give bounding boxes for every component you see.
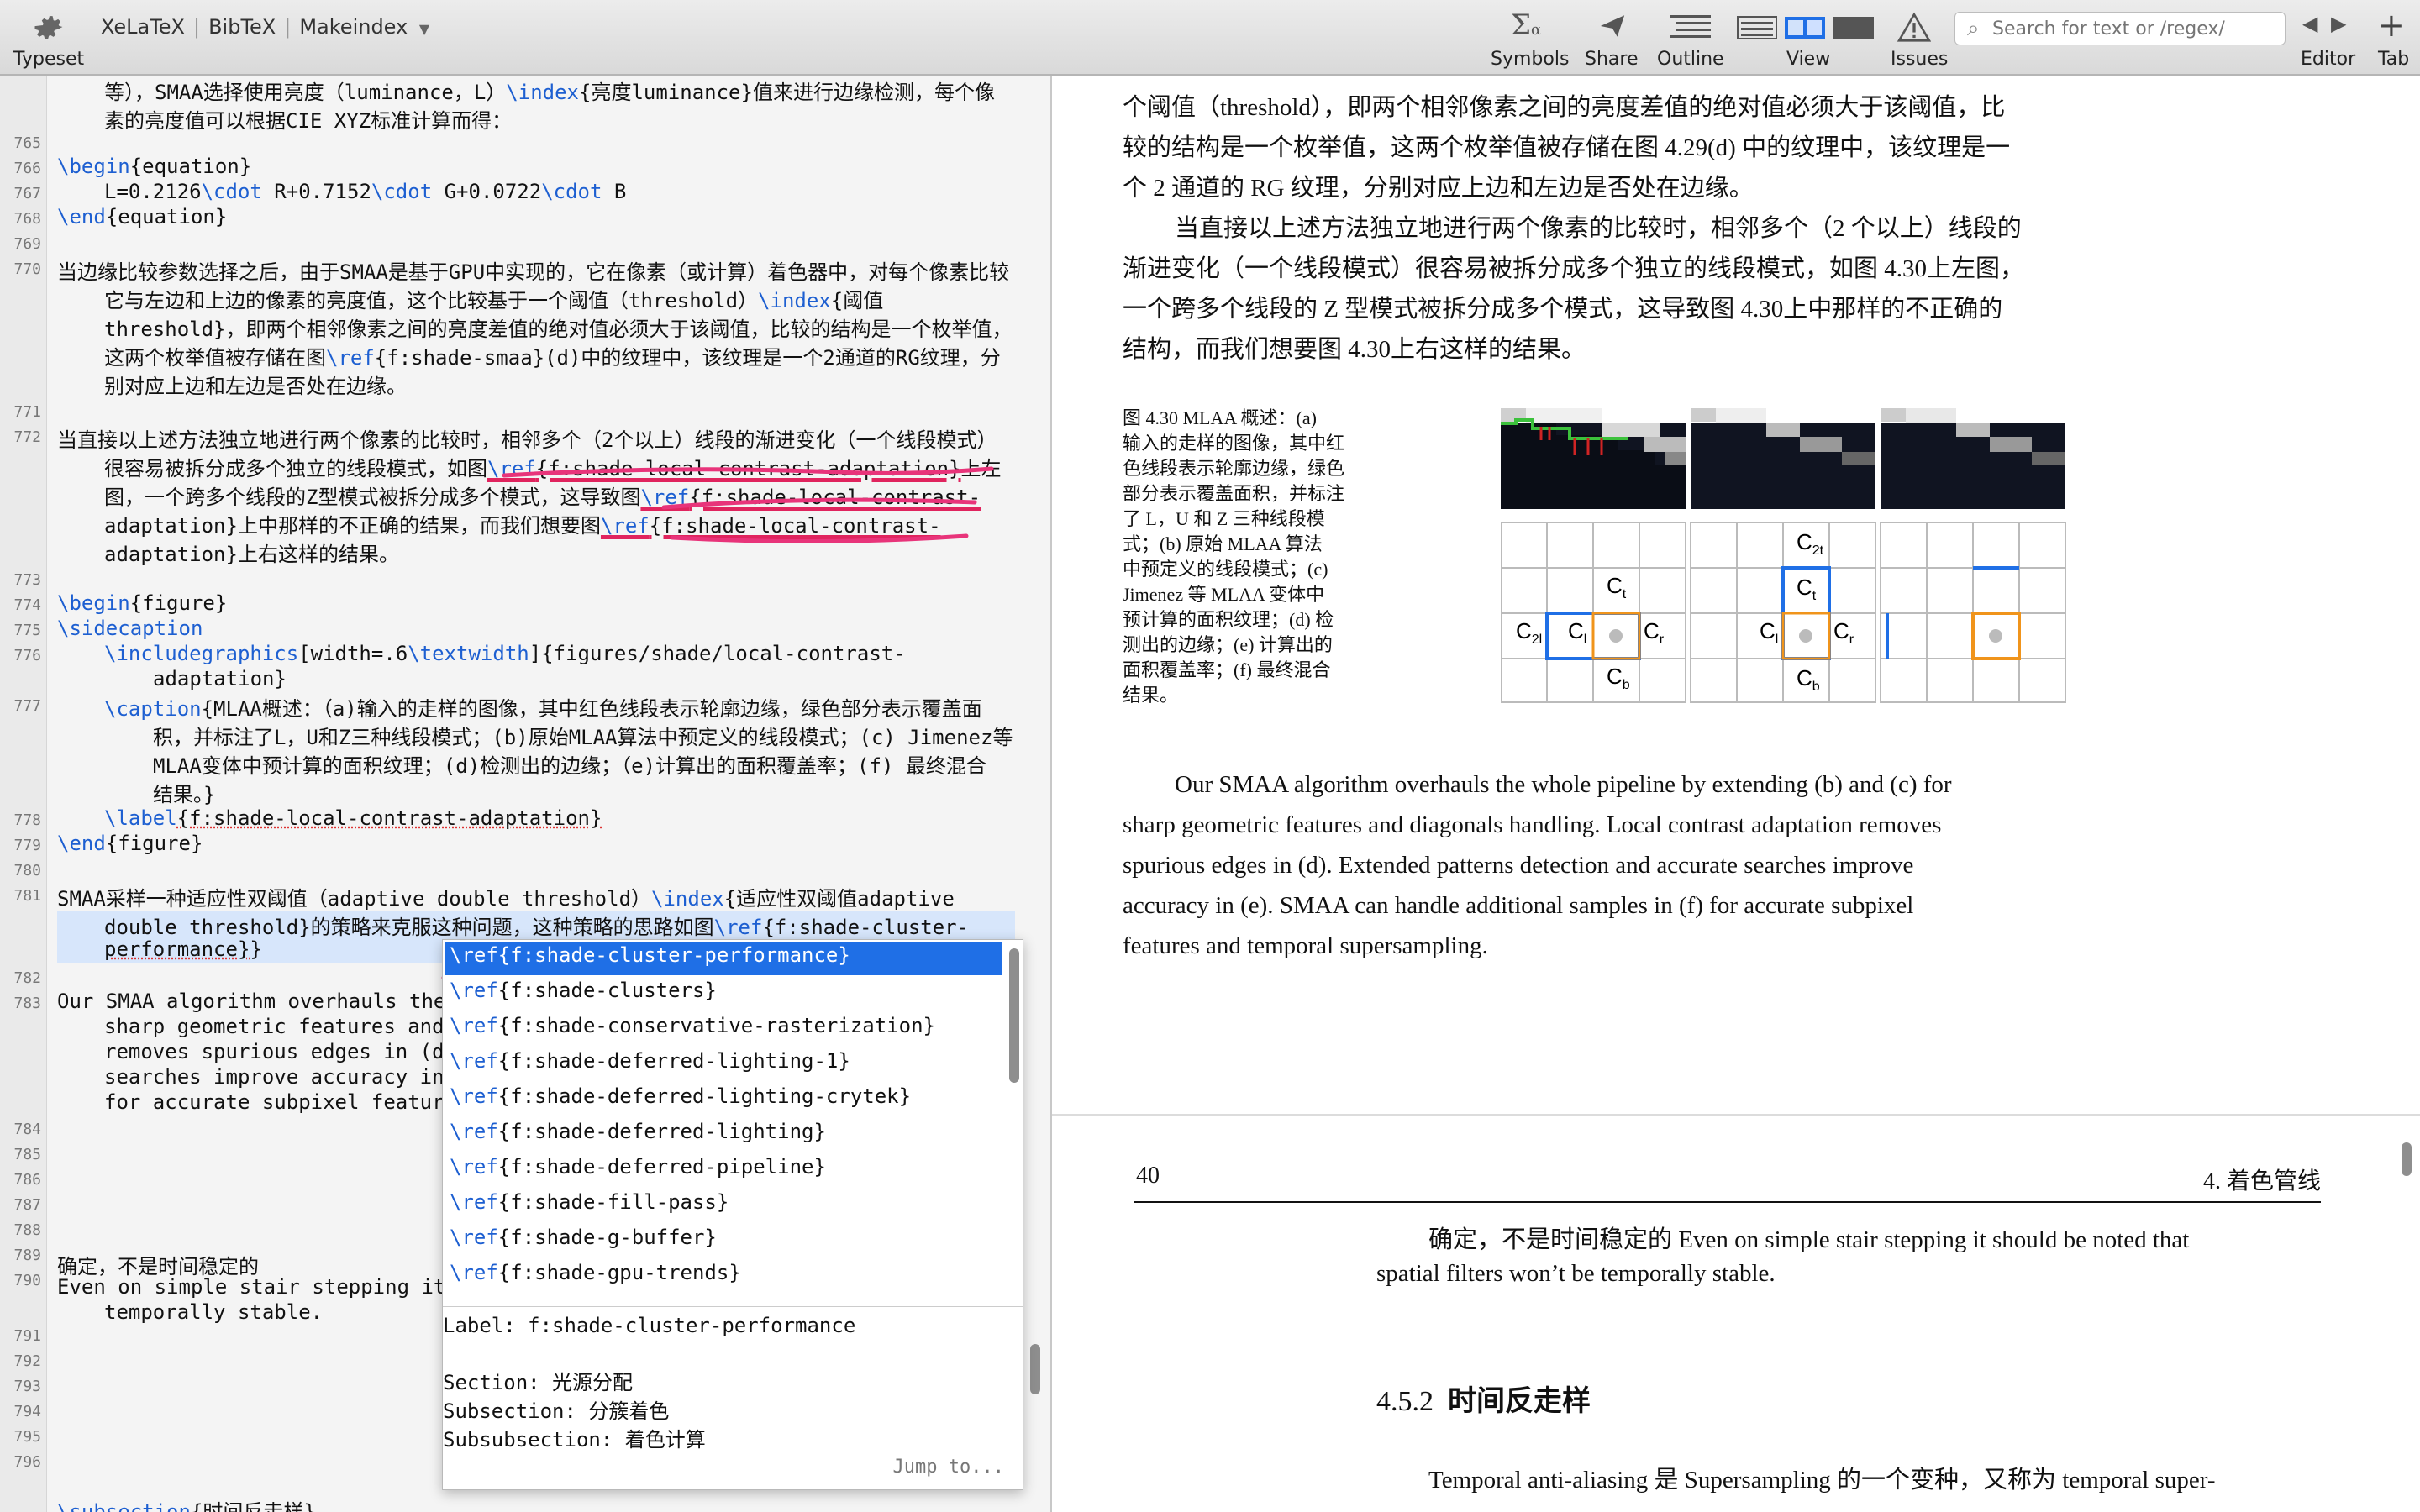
- figure-caption: 预计算的面积纹理；(d) 检: [1123, 609, 1334, 630]
- grid-label-c2l: C2l: [1516, 618, 1543, 648]
- completion-item[interactable]: \ref{f:shade-cluster-performance}: [445, 942, 1002, 975]
- info-section: Section: 光源分配: [443, 1371, 634, 1394]
- view-button[interactable]: View: [1731, 0, 1882, 76]
- grid-label-ct: Ct: [1607, 573, 1627, 602]
- figure-caption: 结果。: [1123, 685, 1179, 706]
- figure-caption: 面积覆盖率；(f) 最终混合: [1123, 659, 1331, 680]
- completion-item[interactable]: \ref{f:shade-g-buffer}: [445, 1224, 1002, 1257]
- share-label: Share: [1585, 49, 1639, 70]
- body-text: 一个跨多个线段的 Z 型模式被拆分成多个模式，这导致图 4.30上中那样的不正确…: [1123, 296, 2003, 323]
- issues-button[interactable]: Issues: [1882, 0, 1949, 76]
- grid-label-cr: Cr: [1833, 618, 1854, 648]
- editor-label: Editor: [2301, 49, 2356, 70]
- share-button[interactable]: Share: [1580, 0, 1647, 76]
- search-icon: ⌕: [1967, 16, 1980, 41]
- chapter-header: 4. 着色管线: [2202, 1168, 2321, 1194]
- outline-button[interactable]: Outline: [1654, 0, 1729, 76]
- body-text: spatial filters won’t be temporally stab…: [1376, 1260, 1776, 1287]
- plus-icon: +: [2378, 7, 2405, 44]
- pdf-page: 40 4. 着色管线 确定，不是时间稳定的 Even on simple sta…: [1052, 1116, 2420, 1512]
- figure-caption: 部分表示覆盖面积，并标注: [1123, 483, 1345, 504]
- grid-label-cb: Cb: [1797, 665, 1820, 695]
- completion-item[interactable]: \ref{f:shade-deferred-lighting}: [445, 1118, 1002, 1152]
- body-text: Our SMAA algorithm overhauls the whole p…: [1175, 771, 1952, 798]
- completion-item[interactable]: \ref{f:shade-gpu-trends}: [445, 1259, 1002, 1293]
- warning-icon: [1897, 12, 1931, 42]
- figure-caption: 中预定义的线段模式；(c): [1123, 559, 1328, 580]
- body-text: 确定，不是时间稳定的 Even on simple stair stepping…: [1428, 1226, 2190, 1253]
- completion-item[interactable]: \ref{f:shade-conservative-rasterization}: [445, 1012, 1002, 1046]
- share-icon: [1600, 15, 1625, 37]
- sigma-icon: Σα: [1511, 8, 1542, 42]
- mlaa-figure: [1501, 408, 2066, 703]
- pdf-page: 个阈值（threshold），即两个相邻像素之间的亮度差值的绝对值必须大于该阈值…: [1052, 76, 2420, 1114]
- view-label: View: [1786, 49, 1831, 70]
- body-text: spurious edges in (d). Extended patterns…: [1123, 852, 1914, 879]
- section-heading: 4.5.2 时间反走样: [1376, 1384, 1591, 1418]
- completion-item[interactable]: \ref{f:shade-fill-pass}: [445, 1189, 1002, 1222]
- info-label: Label: f:shade-cluster-performance: [443, 1314, 856, 1337]
- forward-arrow-icon[interactable]: ▶: [2331, 12, 2346, 35]
- header-rule: [1134, 1201, 2321, 1203]
- outline-icon: [1670, 15, 1711, 38]
- completion-item[interactable]: \ref{f:shade-deferred-lighting-1}: [445, 1047, 1002, 1081]
- grid-label-c2t: C2t: [1797, 529, 1824, 559]
- body-text: 较的结构是一个枚举值，这两个枚举值被存储在图 4.29(d) 中的纹理中，该纹理…: [1123, 134, 2011, 161]
- body-text: 渐进变化（一个线段模式）很容易被拆分成多个独立的线段模式，如图 4.30上左图，: [1123, 255, 2025, 282]
- pdf-preview[interactable]: 个阈值（threshold），即两个相邻像素之间的亮度差值的绝对值必须大于该阈值…: [1052, 76, 2420, 1512]
- outline-label: Outline: [1657, 49, 1724, 70]
- tab-label: Tab: [2378, 49, 2410, 70]
- figure-caption: Jimenez 等 MLAA 变体中: [1123, 584, 1325, 605]
- jump-to-link[interactable]: Jump to...: [893, 1457, 1004, 1478]
- symbols-label: Symbols: [1491, 49, 1570, 70]
- autocomplete-popup[interactable]: \ref{f:shade-cluster-performance} \ref{f…: [442, 939, 1023, 1490]
- page-number: 40: [1136, 1163, 1160, 1189]
- body-text: 结构，而我们想要图 4.30上右这样的结果。: [1123, 336, 1586, 363]
- completion-scrollbar[interactable]: [1009, 948, 1019, 1083]
- editor-scrollbar[interactable]: [1030, 1344, 1040, 1394]
- body-text: Temporal anti-aliasing 是 Supersampling 的…: [1428, 1467, 2216, 1494]
- view-mode-icon: [1737, 16, 1874, 39]
- body-text: 当直接以上述方法独立地进行两个像素的比较时，相邻多个（2 个以上）线段的: [1175, 215, 2022, 242]
- figure-caption: 式；(b) 原始 MLAA 算法: [1123, 533, 1323, 554]
- body-text: sharp geometric features and diagonals h…: [1123, 811, 1942, 838]
- body-text: 个阈值（threshold），即两个相邻像素之间的亮度差值的绝对值必须大于该阈值…: [1123, 94, 2006, 121]
- issues-label: Issues: [1891, 49, 1949, 70]
- back-arrow-icon[interactable]: ◀: [2302, 12, 2317, 35]
- completion-item[interactable]: \ref{f:shade-deferred-lighting-crytek}: [445, 1083, 1002, 1116]
- grid-label-ct: Ct: [1797, 575, 1817, 604]
- figure-caption: 图 4.30 MLAA 概述：(a): [1123, 407, 1317, 428]
- figure-caption: 测出的边缘；(e) 计算出的: [1123, 634, 1333, 655]
- figure-caption: 色线段表示轮廓边缘，绿色: [1123, 458, 1345, 479]
- info-subsection: Subsection: 分簇着色: [443, 1399, 670, 1423]
- grid-label-cl: Cl: [1568, 618, 1587, 648]
- pdf-scrollbar[interactable]: [2402, 1142, 2412, 1176]
- body-text: features and temporal supersampling.: [1123, 932, 1488, 959]
- body-text: accuracy in (e). SMAA can handle additio…: [1123, 892, 1914, 919]
- symbols-button[interactable]: Σα Symbols: [1487, 0, 1571, 76]
- completion-item[interactable]: \ref{f:shade-deferred-pipeline}: [445, 1153, 1002, 1187]
- figure-caption: 输入的走样的图像，其中红: [1123, 433, 1345, 454]
- completion-info-panel: Label: f:shade-cluster-performance Secti…: [443, 1306, 1023, 1489]
- editor-nav-button[interactable]: ◀ ▶ Editor: [2291, 0, 2366, 76]
- grid-label-cr: Cr: [1644, 618, 1665, 648]
- search-input[interactable]: [1992, 15, 2278, 42]
- new-tab-button[interactable]: + Tab: [2368, 0, 2418, 76]
- body-text: 个 2 通道的 RG 纹理，分别对应上边和左边是否处在边缘。: [1123, 175, 1754, 202]
- grid-label-cl: Cl: [1760, 618, 1779, 648]
- grid-label-cb: Cb: [1607, 664, 1630, 693]
- completion-item[interactable]: \ref{f:shade-clusters}: [445, 977, 1002, 1011]
- search-field[interactable]: ⌕: [1954, 12, 2286, 45]
- figure-caption: 了 L，U 和 Z 三种线段模: [1123, 508, 1325, 529]
- info-subsubsection: Subsubsection: 着色计算: [443, 1428, 706, 1452]
